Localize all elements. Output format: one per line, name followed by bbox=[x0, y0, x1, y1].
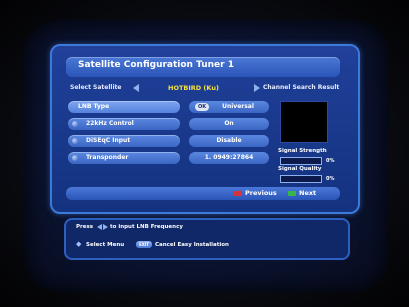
previous-button[interactable]: Previous bbox=[245, 189, 277, 197]
setting-label: DiSEqC Input bbox=[86, 137, 131, 144]
signal-strength-label: Signal Strength bbox=[278, 148, 327, 154]
signal-quality-pct: 0% bbox=[326, 176, 335, 182]
transponder-value[interactable]: 1. 0949:27864 bbox=[189, 152, 269, 164]
setting-label: Transponder bbox=[86, 154, 129, 161]
setting-row-diseqc[interactable]: DiSEqC Input bbox=[68, 135, 180, 147]
channel-search-result-link[interactable]: Channel Search Result bbox=[263, 84, 339, 91]
setting-row-22khz[interactable]: 22kHz Control bbox=[68, 118, 180, 130]
help-press-label: Press bbox=[76, 224, 94, 230]
setting-value: Universal bbox=[222, 103, 254, 110]
lnb-frequency-hint: to input LNB Frequency bbox=[110, 224, 183, 230]
signal-quality-label: Signal Quality bbox=[278, 166, 322, 172]
bullet-icon bbox=[72, 121, 78, 127]
bullet-icon bbox=[72, 155, 78, 161]
signal-quality-meter bbox=[280, 175, 322, 183]
ok-key-icon: OK bbox=[195, 103, 209, 111]
signal-strength-meter bbox=[280, 157, 322, 165]
video-preview bbox=[280, 101, 328, 143]
right-key-icon bbox=[103, 224, 108, 230]
setting-label: LNB Type bbox=[78, 103, 110, 110]
diseqc-value[interactable]: Disable bbox=[189, 135, 269, 147]
setting-row-transponder[interactable]: Transponder bbox=[68, 152, 180, 164]
page-title: Satellite Configuration Tuner 1 bbox=[78, 60, 234, 70]
next-button[interactable]: Next bbox=[299, 189, 316, 197]
select-menu-hint: Select Menu bbox=[86, 242, 125, 248]
lnb-type-value[interactable]: OK Universal bbox=[189, 101, 269, 113]
arrow-left-icon[interactable] bbox=[133, 84, 139, 92]
red-key-icon bbox=[234, 191, 242, 196]
navigation-key-icon: ◆ bbox=[76, 240, 82, 248]
green-key-icon bbox=[288, 191, 296, 196]
arrow-right-icon[interactable] bbox=[254, 84, 260, 92]
signal-strength-pct: 0% bbox=[326, 158, 335, 164]
setting-label: 22kHz Control bbox=[86, 120, 134, 127]
exit-key-icon: EXIT bbox=[136, 241, 152, 248]
left-key-icon bbox=[97, 224, 102, 230]
setting-row-lnb-type[interactable]: LNB Type bbox=[68, 101, 180, 113]
satellite-value[interactable]: HOTBIRD (Ku) bbox=[168, 84, 219, 92]
exit-key-label: EXIT bbox=[139, 242, 150, 247]
22khz-value[interactable]: On bbox=[189, 118, 269, 130]
bullet-icon bbox=[72, 138, 78, 144]
cancel-installation-hint: Cancel Easy Installation bbox=[155, 242, 229, 248]
select-satellite-label: Select Satellite bbox=[70, 84, 122, 91]
